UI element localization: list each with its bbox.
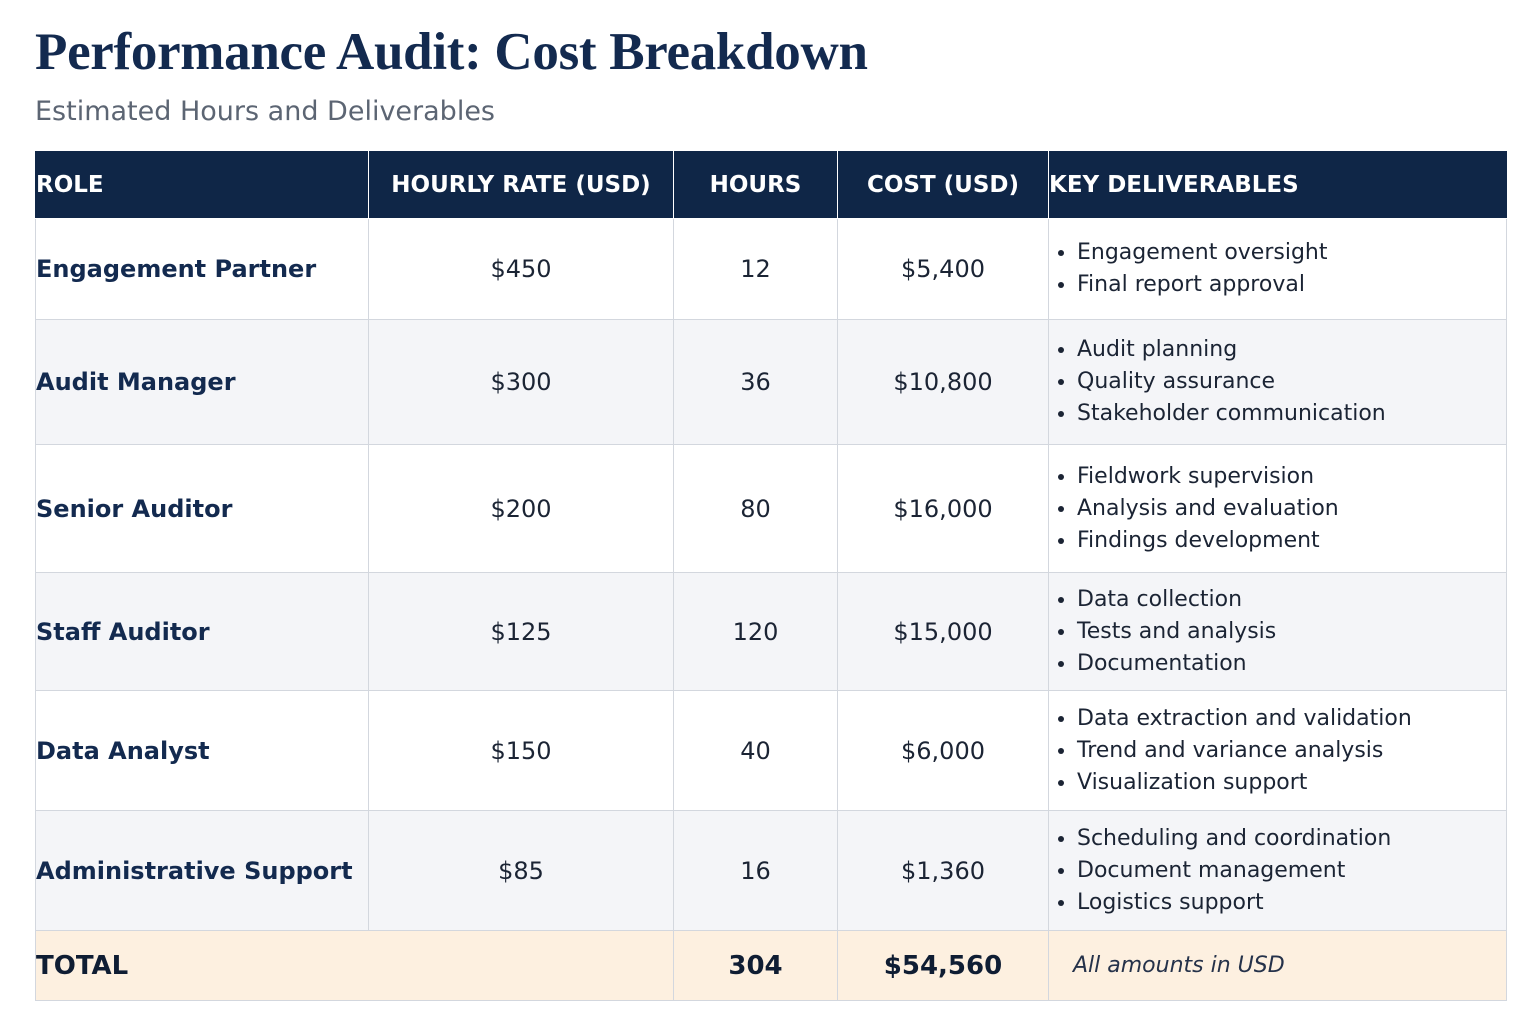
hours-cell: 120 — [673, 572, 838, 691]
deliverables-list: Fieldwork supervision Analysis and evalu… — [1049, 461, 1506, 557]
rate-cell: $300 — [368, 319, 674, 445]
deliverable-item: Data collection — [1077, 584, 1506, 616]
table-row: Staff Auditor $125 120 $15,000 Data coll… — [35, 572, 1507, 691]
deliverable-item: Tests and analysis — [1077, 616, 1506, 648]
rate-cell: $200 — [368, 444, 674, 573]
cost-cell: $6,000 — [837, 690, 1049, 811]
hours-cell: 80 — [673, 444, 838, 573]
deliverable-item: Stakeholder communication — [1077, 398, 1506, 430]
column-header-hourly-rate: HOURLY RATE (USD) — [368, 151, 674, 219]
cost-cell: $1,360 — [837, 810, 1049, 931]
deliverables-list: Engagement oversight Final report approv… — [1049, 237, 1506, 301]
hours-cell: 40 — [673, 690, 838, 811]
table-row: Data Analyst $150 40 $6,000 Data extract… — [35, 690, 1507, 811]
hours-cell: 36 — [673, 319, 838, 445]
deliverable-item: Logistics support — [1077, 887, 1506, 919]
deliverable-item: Data extraction and validation — [1077, 703, 1506, 735]
deliverable-item: Engagement oversight — [1077, 237, 1506, 269]
role-cell: Senior Auditor — [35, 444, 369, 573]
total-label: TOTAL — [35, 930, 674, 1001]
rate-cell: $85 — [368, 810, 674, 931]
column-header-key-deliverables: KEY DELIVERABLES — [1048, 151, 1507, 219]
role-cell: Engagement Partner — [35, 218, 369, 320]
rate-cell: $125 — [368, 572, 674, 691]
total-row: TOTAL 304 $54,560 All amounts in USD — [35, 930, 1507, 1001]
deliverables-list: Audit planning Quality assurance Stakeho… — [1049, 334, 1506, 430]
page-subtitle: Estimated Hours and Deliverables — [35, 96, 496, 127]
role-cell: Data Analyst — [35, 690, 369, 811]
table-row: Engagement Partner $450 12 $5,400 Engage… — [35, 218, 1507, 320]
deliverables-list: Data extraction and validation Trend and… — [1049, 703, 1506, 799]
deliverables-list: Data collection Tests and analysis Docum… — [1049, 584, 1506, 680]
table-row: Administrative Support $85 16 $1,360 Sch… — [35, 810, 1507, 931]
deliverables-cell: Fieldwork supervision Analysis and evalu… — [1048, 444, 1507, 573]
cost-cell: $5,400 — [837, 218, 1049, 320]
deliverables-cell: Scheduling and coordination Document man… — [1048, 810, 1507, 931]
deliverable-item: Analysis and evaluation — [1077, 493, 1506, 525]
deliverable-item: Scheduling and coordination — [1077, 823, 1506, 855]
deliverables-list: Scheduling and coordination Document man… — [1049, 823, 1506, 919]
total-cost: $54,560 — [837, 930, 1049, 1001]
deliverable-item: Final report approval — [1077, 269, 1506, 301]
page-title: Performance Audit: Cost Breakdown — [35, 23, 868, 81]
cost-cell: $15,000 — [837, 572, 1049, 691]
role-cell: Audit Manager — [35, 319, 369, 445]
deliverables-cell: Data extraction and validation Trend and… — [1048, 690, 1507, 811]
deliverable-item: Quality assurance — [1077, 366, 1506, 398]
deliverable-item: Trend and variance analysis — [1077, 735, 1506, 767]
cost-cell: $16,000 — [837, 444, 1049, 573]
role-cell: Administrative Support — [35, 810, 369, 931]
deliverable-item: Audit planning — [1077, 334, 1506, 366]
cost-breakdown-table: ROLE HOURLY RATE (USD) HOURS COST (USD) … — [35, 151, 1507, 1001]
total-note: All amounts in USD — [1048, 930, 1507, 1001]
column-header-hours: HOURS — [673, 151, 838, 219]
page: Performance Audit: Cost Breakdown Estima… — [0, 0, 1536, 1024]
table-row: Senior Auditor $200 80 $16,000 Fieldwork… — [35, 444, 1507, 573]
rate-cell: $150 — [368, 690, 674, 811]
deliverable-item: Visualization support — [1077, 767, 1506, 799]
deliverable-item: Document management — [1077, 855, 1506, 887]
deliverable-item: Fieldwork supervision — [1077, 461, 1506, 493]
deliverables-cell: Engagement oversight Final report approv… — [1048, 218, 1507, 320]
table-row: Audit Manager $300 36 $10,800 Audit plan… — [35, 319, 1507, 445]
hours-cell: 12 — [673, 218, 838, 320]
table-header-row: ROLE HOURLY RATE (USD) HOURS COST (USD) … — [35, 151, 1507, 219]
cost-cell: $10,800 — [837, 319, 1049, 445]
rate-cell: $450 — [368, 218, 674, 320]
deliverable-item: Documentation — [1077, 648, 1506, 680]
hours-cell: 16 — [673, 810, 838, 931]
deliverables-cell: Audit planning Quality assurance Stakeho… — [1048, 319, 1507, 445]
deliverable-item: Findings development — [1077, 525, 1506, 557]
column-header-role: ROLE — [35, 151, 369, 219]
total-hours: 304 — [673, 930, 838, 1001]
deliverables-cell: Data collection Tests and analysis Docum… — [1048, 572, 1507, 691]
column-header-cost: COST (USD) — [837, 151, 1049, 219]
role-cell: Staff Auditor — [35, 572, 369, 691]
